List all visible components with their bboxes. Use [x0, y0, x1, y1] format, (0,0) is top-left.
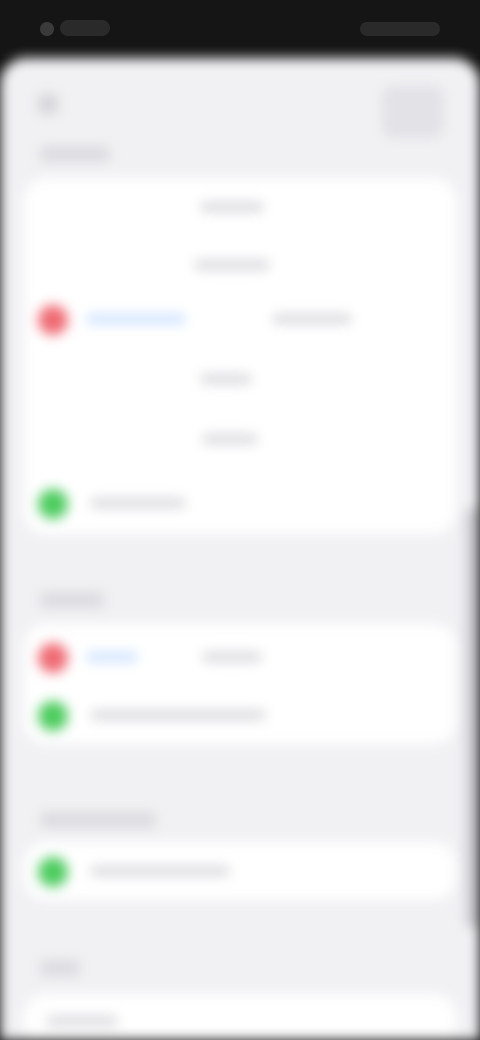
picker-item[interactable]	[194, 260, 270, 270]
link-text[interactable]	[86, 652, 138, 662]
status-dot-green	[38, 489, 68, 519]
list-item-value	[202, 652, 262, 662]
list-item[interactable]	[24, 474, 456, 532]
section-title-1	[40, 146, 110, 162]
picker-item[interactable]	[200, 202, 264, 212]
section-title-2	[40, 592, 104, 608]
section-card-1	[24, 178, 456, 534]
list-item-label-placeholder	[46, 1016, 118, 1026]
status-dot-green	[38, 701, 68, 731]
status-dot-green	[38, 857, 68, 887]
list-item[interactable]	[24, 290, 456, 348]
camera-icon	[40, 22, 54, 36]
section-card-2	[24, 624, 456, 744]
chevron-left-icon[interactable]	[38, 94, 58, 114]
section-card-4	[24, 994, 456, 1040]
list-item[interactable]	[24, 686, 456, 744]
status-icons	[360, 22, 440, 36]
section-title-4	[40, 960, 80, 976]
status-dot-red	[38, 643, 68, 673]
settings-sheet	[0, 58, 480, 1040]
picker-item[interactable]	[202, 434, 258, 444]
status-bar	[0, 0, 480, 56]
list-item-label-placeholder	[90, 710, 266, 720]
section-card-3	[24, 842, 456, 900]
status-dot-red	[38, 305, 68, 335]
list-item-label-placeholder	[90, 498, 186, 508]
scrollbar[interactable]	[466, 508, 480, 928]
list-item-value	[272, 314, 352, 324]
section-title-3	[40, 812, 156, 828]
list-item[interactable]	[24, 628, 456, 686]
list-item[interactable]	[24, 842, 456, 900]
toolbar-action-button[interactable]	[382, 86, 444, 138]
list-item[interactable]	[24, 994, 456, 1040]
picker-item[interactable]	[200, 374, 252, 384]
link-text[interactable]	[86, 314, 186, 324]
status-time	[60, 20, 110, 36]
list-item-label-placeholder	[90, 866, 230, 876]
